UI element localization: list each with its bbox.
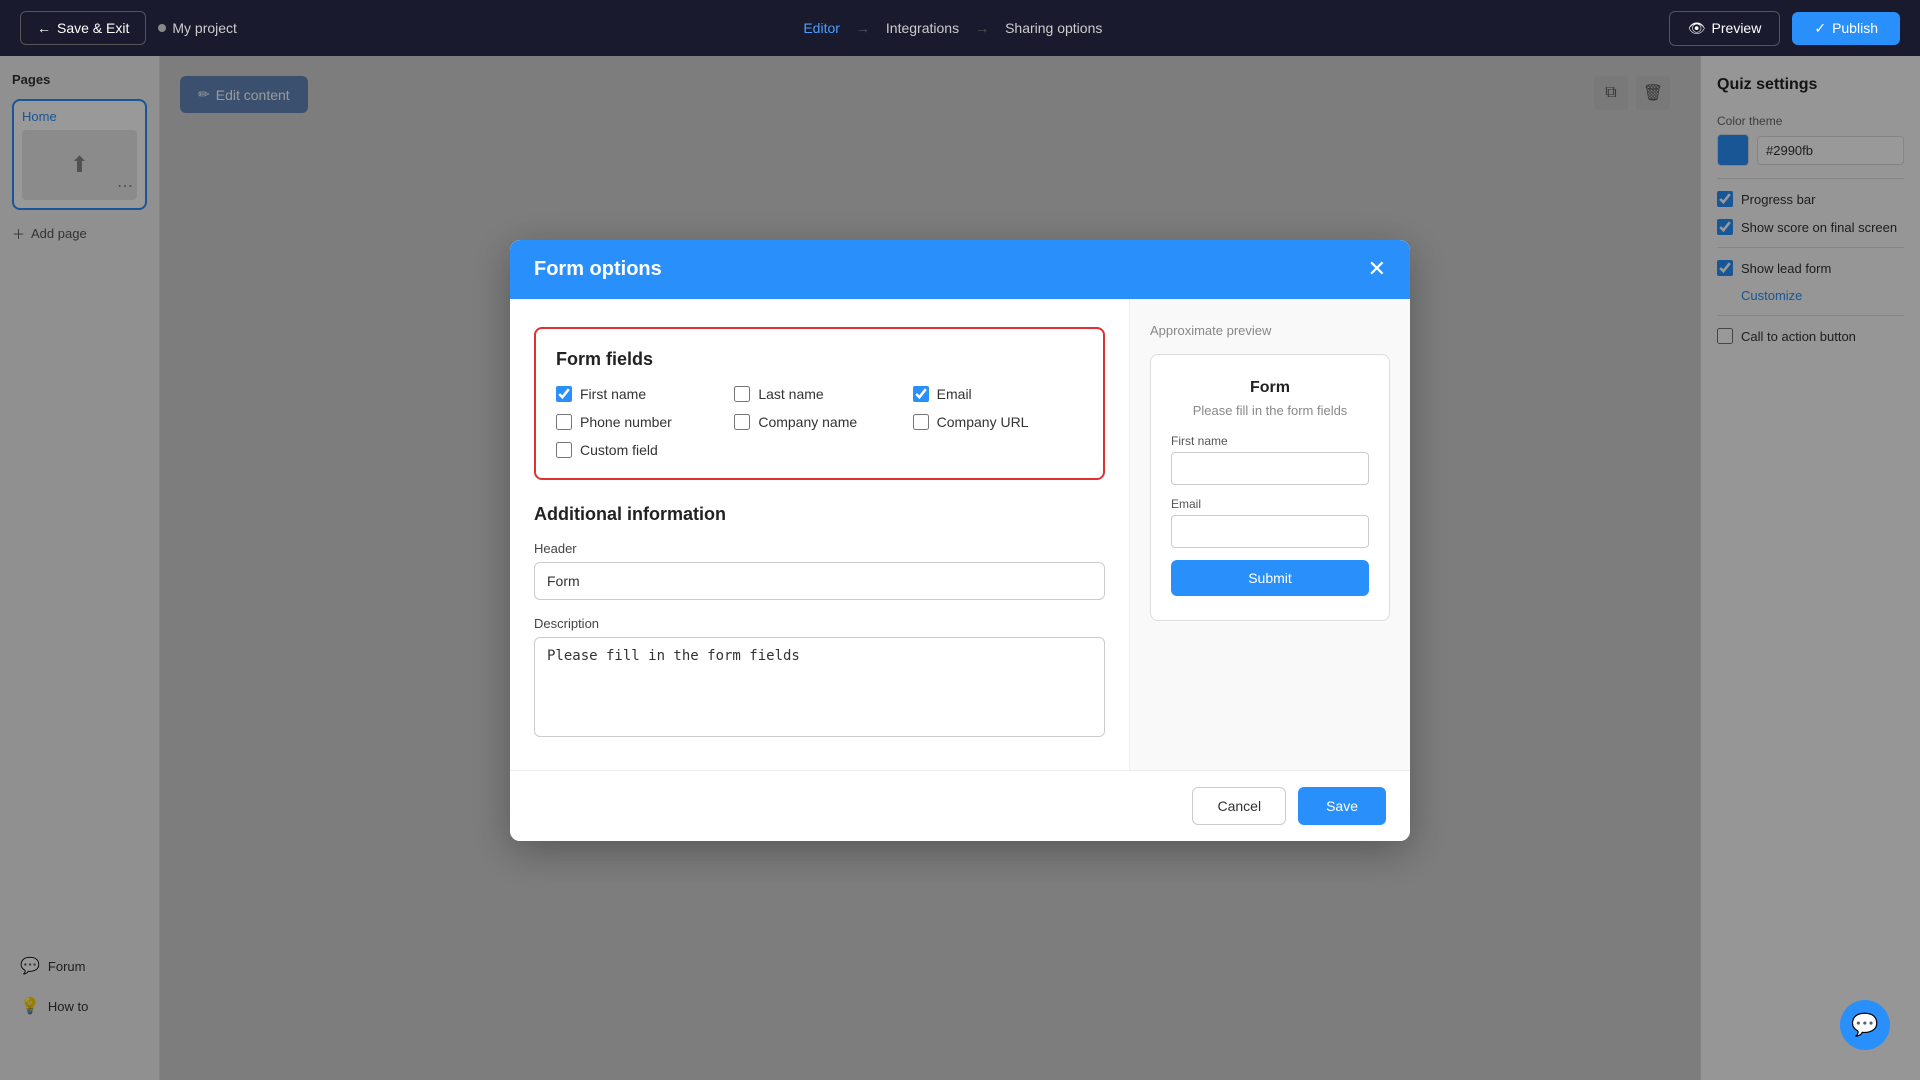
phone-checkbox[interactable] bbox=[556, 414, 572, 430]
preview-submit-button: Submit bbox=[1171, 560, 1369, 596]
eye-icon: 👁 bbox=[1688, 20, 1706, 37]
additional-info-section: Additional information Header Descriptio… bbox=[534, 504, 1105, 742]
first-name-checkbox[interactable] bbox=[556, 386, 572, 402]
save-exit-button[interactable]: ← Save & Exit bbox=[20, 11, 146, 45]
custom-field-row: Custom field bbox=[556, 442, 1083, 458]
preview-card-desc: Please fill in the form fields bbox=[1171, 403, 1369, 418]
check-icon: ✓ bbox=[1814, 20, 1826, 37]
sharing-options-link[interactable]: Sharing options bbox=[1005, 20, 1102, 36]
first-name-field: First name bbox=[556, 386, 726, 402]
preview-button[interactable]: 👁 Preview bbox=[1669, 11, 1781, 46]
topnav-right: 👁 Preview ✓ Publish bbox=[1669, 11, 1900, 46]
arrow-left-icon: ← bbox=[37, 20, 51, 36]
project-name-label: My project bbox=[172, 20, 237, 36]
header-label: Header bbox=[534, 541, 1105, 556]
breadcrumb-arrow-1: → bbox=[856, 20, 870, 36]
publish-button[interactable]: ✓ Publish bbox=[1792, 12, 1900, 45]
preview-card: Form Please fill in the form fields Firs… bbox=[1150, 354, 1390, 621]
last-name-field: Last name bbox=[734, 386, 904, 402]
breadcrumb-arrow-2: → bbox=[975, 20, 989, 36]
first-name-label: First name bbox=[580, 386, 646, 402]
phone-number-field: Phone number bbox=[556, 414, 726, 430]
modal-overlay: Form options ✕ Form fields First name bbox=[0, 0, 1920, 1080]
preview-email-input bbox=[1171, 515, 1369, 548]
company-url-field: Company URL bbox=[913, 414, 1083, 430]
messenger-icon: 💬 bbox=[1851, 1012, 1878, 1038]
form-fields-section: Form fields First name Last name Emai bbox=[534, 327, 1105, 480]
modal-close-button[interactable]: ✕ bbox=[1368, 258, 1386, 280]
editor-link[interactable]: Editor bbox=[803, 20, 840, 36]
phone-label: Phone number bbox=[580, 414, 672, 430]
email-checkbox[interactable] bbox=[913, 386, 929, 402]
project-name: My project bbox=[158, 20, 237, 36]
email-label: Email bbox=[937, 386, 972, 402]
preview-submit-label: Submit bbox=[1248, 570, 1292, 586]
modal-header: Form options ✕ bbox=[510, 240, 1410, 299]
preview-first-name-input bbox=[1171, 452, 1369, 485]
preview-label: Preview bbox=[1712, 20, 1762, 36]
last-name-checkbox[interactable] bbox=[734, 386, 750, 402]
form-fields-grid: First name Last name Email Phone nu bbox=[556, 386, 1083, 430]
preview-first-name-label: First name bbox=[1171, 434, 1369, 448]
description-label: Description bbox=[534, 616, 1105, 631]
modal-footer: Cancel Save bbox=[510, 770, 1410, 841]
custom-field-checkbox[interactable] bbox=[556, 442, 572, 458]
chat-icon-button[interactable]: 💬 bbox=[1840, 1000, 1890, 1050]
modal-right-panel: Approximate preview Form Please fill in … bbox=[1130, 299, 1410, 770]
cancel-label: Cancel bbox=[1217, 798, 1261, 814]
preview-title: Approximate preview bbox=[1150, 323, 1390, 338]
company-name-field: Company name bbox=[734, 414, 904, 430]
header-input[interactable] bbox=[534, 562, 1105, 600]
additional-info-title: Additional information bbox=[534, 504, 1105, 525]
preview-card-title: Form bbox=[1171, 379, 1369, 397]
description-textarea[interactable] bbox=[534, 637, 1105, 737]
integrations-link[interactable]: Integrations bbox=[886, 20, 959, 36]
close-icon: ✕ bbox=[1368, 256, 1386, 281]
form-fields-title: Form fields bbox=[556, 349, 1083, 370]
save-exit-label: Save & Exit bbox=[57, 20, 129, 36]
modal-left-panel: Form fields First name Last name Emai bbox=[510, 299, 1130, 770]
email-field: Email bbox=[913, 386, 1083, 402]
company-name-label: Company name bbox=[758, 414, 857, 430]
company-url-checkbox[interactable] bbox=[913, 414, 929, 430]
cancel-button[interactable]: Cancel bbox=[1192, 787, 1286, 825]
save-button[interactable]: Save bbox=[1298, 787, 1386, 825]
custom-field-label: Custom field bbox=[580, 442, 658, 458]
company-url-label: Company URL bbox=[937, 414, 1029, 430]
modal-title: Form options bbox=[534, 258, 662, 281]
top-navigation: ← Save & Exit My project Editor → Integr… bbox=[0, 0, 1920, 56]
save-label: Save bbox=[1326, 798, 1358, 814]
modal-body: Form fields First name Last name Emai bbox=[510, 299, 1410, 770]
company-name-checkbox[interactable] bbox=[734, 414, 750, 430]
status-dot bbox=[158, 24, 166, 32]
publish-label: Publish bbox=[1832, 20, 1878, 36]
last-name-label: Last name bbox=[758, 386, 823, 402]
topnav-left: ← Save & Exit My project bbox=[20, 11, 237, 45]
preview-email-label: Email bbox=[1171, 497, 1369, 511]
topnav-breadcrumb: Editor → Integrations → Sharing options bbox=[803, 20, 1102, 36]
form-options-modal: Form options ✕ Form fields First name bbox=[510, 240, 1410, 841]
